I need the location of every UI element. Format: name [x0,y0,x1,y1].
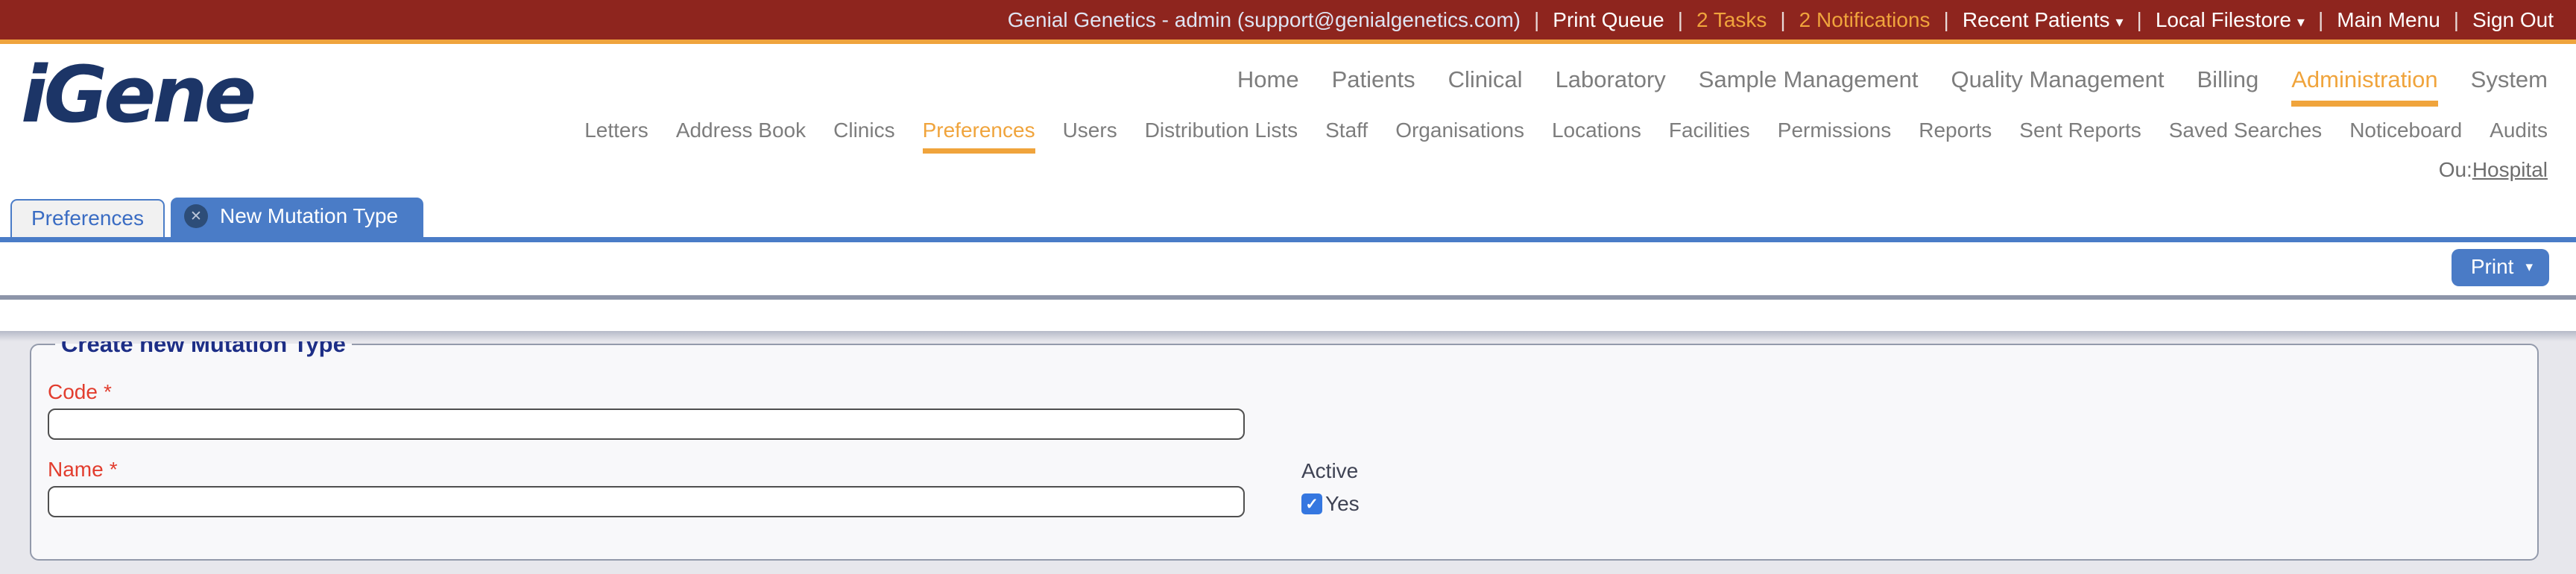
main-content: Create new Mutation Type Code * Name * Act… [0,331,2576,574]
org-unit-hospital-link[interactable]: Hospital [2472,158,2548,182]
nav-laboratory[interactable]: Laboratory [1556,66,1666,102]
nav-sample-management[interactable]: Sample Management [1699,66,1919,102]
header: iGene Home Patients Clinical Laboratory … [0,44,2576,198]
subnav-users[interactable]: Users [1063,119,1117,150]
chevron-down-icon: ▾ [2525,259,2533,275]
subnav-clinics[interactable]: Clinics [833,119,894,150]
sign-out-link[interactable]: Sign Out [2440,8,2554,32]
nav-billing[interactable]: Billing [2197,66,2259,102]
subnav-saved-searches[interactable]: Saved Searches [2169,119,2322,150]
subnav-audits[interactable]: Audits [2490,119,2548,150]
name-label: Name * [48,458,118,481]
nav-patients[interactable]: Patients [1332,66,1415,102]
chevron-down-icon: ▾ [2296,13,2305,31]
subnav-distribution-lists[interactable]: Distribution Lists [1145,119,1298,150]
subnav-address-book[interactable]: Address Book [676,119,806,150]
subnav-letters[interactable]: Letters [584,119,648,150]
active-label: Active [1301,459,1359,482]
section-divider [0,295,2576,300]
local-filestore-dropdown[interactable]: Local Filestore▾ [2124,8,2305,32]
sub-nav: Letters Address Book Clinics Preferences… [0,107,2576,154]
notifications-link[interactable]: 2 Notifications [1767,8,1931,32]
code-input[interactable] [48,409,1245,440]
subnav-sent-reports[interactable]: Sent Reports [2019,119,2141,150]
name-field-group: Name * [48,458,1245,517]
tab-label: New Mutation Type [219,204,399,227]
active-field-group: Active ✓ Yes [1301,458,1360,517]
create-mutation-type-panel: Create new Mutation Type Code * Name * Act… [30,331,2539,561]
subnav-organisations[interactable]: Organisations [1395,119,1524,150]
nav-home[interactable]: Home [1237,66,1299,102]
subnav-permissions[interactable]: Permissions [1778,119,1891,150]
required-mark: * [103,380,112,403]
igene-logo[interactable]: iGene [21,56,256,133]
logged-in-user-text: Genial Genetics - admin (support@genialg… [1007,7,1521,31]
tab-new-mutation-type[interactable]: ✕ New Mutation Type [170,198,424,237]
org-unit-row: Ou: Hospital [0,154,2576,182]
tab-bar: Preferences ✕ New Mutation Type [0,198,2576,242]
code-field-group: Code * [48,380,2519,440]
tasks-link[interactable]: 2 Tasks [1664,8,1767,32]
subnav-staff[interactable]: Staff [1325,119,1368,150]
name-input[interactable] [48,486,1245,517]
check-icon: ✓ [1305,495,1319,513]
print-button[interactable]: Print ▾ [2451,249,2549,286]
close-tab-icon[interactable]: ✕ [183,204,208,228]
print-queue-link[interactable]: Print Queue [1521,8,1664,32]
tab-preferences[interactable]: Preferences [10,199,165,237]
top-bar: Genial Genetics - admin (support@genialg… [0,0,2576,40]
toolbar: Print ▾ [0,242,2576,295]
chevron-down-icon: ▾ [2115,13,2124,31]
org-unit-prefix: Ou: [2438,158,2472,181]
nav-system[interactable]: System [2471,66,2548,102]
subnav-noticeboard[interactable]: Noticeboard [2349,119,2462,150]
subnav-preferences[interactable]: Preferences [922,119,1035,154]
subnav-facilities[interactable]: Facilities [1669,119,1750,150]
nav-clinical[interactable]: Clinical [1448,66,1523,102]
nav-quality-management[interactable]: Quality Management [1951,66,2164,102]
main-menu-link[interactable]: Main Menu [2305,8,2440,32]
main-nav: Home Patients Clinical Laboratory Sample… [0,44,2576,107]
subnav-reports[interactable]: Reports [1919,119,1992,150]
required-mark: * [109,458,118,481]
code-label: Code * [48,380,112,403]
subnav-locations[interactable]: Locations [1552,119,1641,150]
nav-administration[interactable]: Administration [2291,66,2438,107]
divider-shadow [0,331,2576,341]
print-button-label: Print [2470,255,2514,278]
name-row: Name * Active ✓ Yes [48,458,2519,517]
recent-patients-dropdown[interactable]: Recent Patients▾ [1931,8,2124,32]
active-yes-label: Yes [1325,492,1360,515]
active-yes-checkbox[interactable]: ✓ [1301,493,1322,514]
